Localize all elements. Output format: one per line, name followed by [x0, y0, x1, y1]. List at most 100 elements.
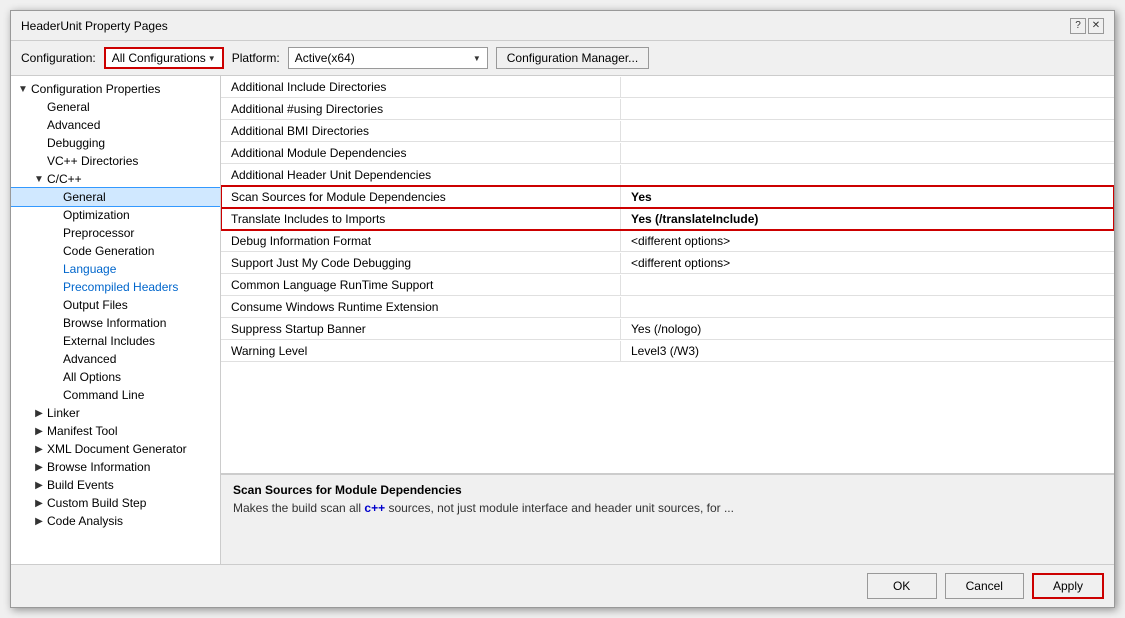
- table-row[interactable]: Additional Include Directories: [221, 76, 1114, 98]
- sidebar-item-manifest-tool[interactable]: ▶ Manifest Tool: [11, 422, 220, 440]
- sidebar-item-build-events[interactable]: ▶ Build Events: [11, 476, 220, 494]
- sidebar-item-codegen[interactable]: Code Generation: [11, 242, 220, 260]
- table-row[interactable]: Consume Windows Runtime Extension: [221, 296, 1114, 318]
- prop-value: [621, 172, 1114, 178]
- right-panel: Additional Include Directories Additiona…: [221, 76, 1114, 564]
- prop-name: Common Language RunTime Support: [221, 275, 621, 295]
- prop-value: [621, 128, 1114, 134]
- prop-value: [621, 150, 1114, 156]
- property-pages-dialog: HeaderUnit Property Pages ? ✕ Configurat…: [10, 10, 1115, 608]
- table-row[interactable]: Debug Information Format <different opti…: [221, 230, 1114, 252]
- sidebar-item-label: Manifest Tool: [47, 424, 117, 438]
- sidebar-item-browse-info[interactable]: Browse Information: [11, 314, 220, 332]
- config-dropdown[interactable]: All Configurations ▼: [104, 47, 224, 69]
- table-row-translate-includes[interactable]: Translate Includes to Imports Yes (/tran…: [221, 208, 1114, 230]
- sidebar-item-xml-doc[interactable]: ▶ XML Document Generator: [11, 440, 220, 458]
- sidebar-item-linker[interactable]: ▶ Linker: [11, 404, 220, 422]
- sidebar-item-label: Optimization: [63, 208, 130, 222]
- sidebar-item-output[interactable]: Output Files: [11, 296, 220, 314]
- description-panel: Scan Sources for Module Dependencies Mak…: [221, 474, 1114, 564]
- platform-dropdown-arrow: ▼: [473, 54, 481, 63]
- expand-icon: ▼: [15, 84, 31, 95]
- help-button[interactable]: ?: [1070, 18, 1086, 34]
- sidebar-item-precomp[interactable]: Precompiled Headers: [11, 278, 220, 296]
- sidebar-item-browse-info2[interactable]: ▶ Browse Information: [11, 458, 220, 476]
- prop-name: Suppress Startup Banner: [221, 319, 621, 339]
- sidebar-item-preprocessor[interactable]: Preprocessor: [11, 224, 220, 242]
- table-row[interactable]: Additional BMI Directories: [221, 120, 1114, 142]
- sidebar-item-label: Advanced: [47, 118, 100, 132]
- description-body: Makes the build scan all c++ sources, no…: [233, 501, 1102, 515]
- sidebar-item-label: Custom Build Step: [47, 496, 146, 510]
- table-row[interactable]: Additional Header Unit Dependencies: [221, 164, 1114, 186]
- prop-name: Warning Level: [221, 341, 621, 361]
- prop-value: [621, 282, 1114, 288]
- sidebar-item-label: Code Analysis: [47, 514, 123, 528]
- sidebar-item-label: Browse Information: [47, 460, 150, 474]
- sidebar-item-ext-inc[interactable]: External Includes: [11, 332, 220, 350]
- prop-value: <different options>: [621, 231, 1114, 251]
- prop-value: <different options>: [621, 253, 1114, 273]
- prop-name: Translate Includes to Imports: [221, 209, 621, 229]
- sidebar-item-cpp-general[interactable]: General: [11, 188, 220, 206]
- sidebar-item-advanced2[interactable]: Advanced: [11, 350, 220, 368]
- table-row-scan-sources[interactable]: Scan Sources for Module Dependencies Yes: [221, 186, 1114, 208]
- sidebar-item-vcdirs[interactable]: VC++ Directories: [11, 152, 220, 170]
- sidebar-item-label: XML Document Generator: [47, 442, 187, 456]
- sidebar-item-label: Build Events: [47, 478, 114, 492]
- sidebar-item-label: Preprocessor: [63, 226, 134, 240]
- prop-name: Additional #using Directories: [221, 99, 621, 119]
- prop-name: Additional BMI Directories: [221, 121, 621, 141]
- dialog-title: HeaderUnit Property Pages: [21, 19, 168, 33]
- sidebar-item-label: C/C++: [47, 172, 82, 186]
- prop-name: Scan Sources for Module Dependencies: [221, 187, 621, 207]
- platform-dropdown[interactable]: Active(x64) ▼: [288, 47, 488, 69]
- sidebar-item-label: Configuration Properties: [31, 82, 160, 96]
- sidebar-item-label: VC++ Directories: [47, 154, 138, 168]
- table-row[interactable]: Additional Module Dependencies: [221, 142, 1114, 164]
- button-bar: OK Cancel Apply: [11, 564, 1114, 607]
- sidebar-item-label: General: [47, 100, 90, 114]
- config-bar: Configuration: All Configurations ▼ Plat…: [11, 41, 1114, 76]
- sidebar-item-advanced[interactable]: Advanced: [11, 116, 220, 134]
- expand-icon: ▶: [31, 480, 47, 491]
- sidebar-item-label: Output Files: [63, 298, 128, 312]
- sidebar-item-config-props[interactable]: ▼ Configuration Properties: [11, 80, 220, 98]
- prop-value: Level3 (/W3): [621, 341, 1114, 361]
- cancel-button[interactable]: Cancel: [945, 573, 1024, 599]
- sidebar-item-code-analysis[interactable]: ▶ Code Analysis: [11, 512, 220, 530]
- ok-button[interactable]: OK: [867, 573, 937, 599]
- sidebar-item-language[interactable]: Language: [11, 260, 220, 278]
- table-row[interactable]: Warning Level Level3 (/W3): [221, 340, 1114, 362]
- prop-name: Debug Information Format: [221, 231, 621, 251]
- config-dropdown-arrow: ▼: [208, 54, 216, 63]
- sidebar-item-custom-build[interactable]: ▶ Custom Build Step: [11, 494, 220, 512]
- properties-table: Additional Include Directories Additiona…: [221, 76, 1114, 474]
- sidebar-item-debugging[interactable]: Debugging: [11, 134, 220, 152]
- sidebar-item-label: External Includes: [63, 334, 155, 348]
- apply-button[interactable]: Apply: [1032, 573, 1104, 599]
- prop-value: Yes (/translateInclude): [621, 209, 1114, 229]
- prop-value: Yes (/nologo): [621, 319, 1114, 339]
- table-row[interactable]: Common Language RunTime Support: [221, 274, 1114, 296]
- prop-name: Support Just My Code Debugging: [221, 253, 621, 273]
- expand-icon: ▶: [31, 462, 47, 473]
- prop-name: Additional Include Directories: [221, 77, 621, 97]
- table-row[interactable]: Support Just My Code Debugging <differen…: [221, 252, 1114, 274]
- sidebar: ▼ Configuration Properties General Advan…: [11, 76, 221, 564]
- sidebar-item-optimization[interactable]: Optimization: [11, 206, 220, 224]
- config-manager-button[interactable]: Configuration Manager...: [496, 47, 649, 69]
- sidebar-item-cpp[interactable]: ▼ C/C++: [11, 170, 220, 188]
- sidebar-item-label: Language: [63, 262, 116, 276]
- platform-label: Platform:: [232, 51, 280, 65]
- table-row[interactable]: Suppress Startup Banner Yes (/nologo): [221, 318, 1114, 340]
- sidebar-item-label: Advanced: [63, 352, 116, 366]
- sidebar-item-cmdline[interactable]: Command Line: [11, 386, 220, 404]
- sidebar-item-all-opts[interactable]: All Options: [11, 368, 220, 386]
- sidebar-item-label: Code Generation: [63, 244, 154, 258]
- sidebar-item-general[interactable]: General: [11, 98, 220, 116]
- table-row[interactable]: Additional #using Directories: [221, 98, 1114, 120]
- description-title: Scan Sources for Module Dependencies: [233, 483, 1102, 497]
- close-button[interactable]: ✕: [1088, 18, 1104, 34]
- cpp-keyword: c++: [364, 501, 385, 515]
